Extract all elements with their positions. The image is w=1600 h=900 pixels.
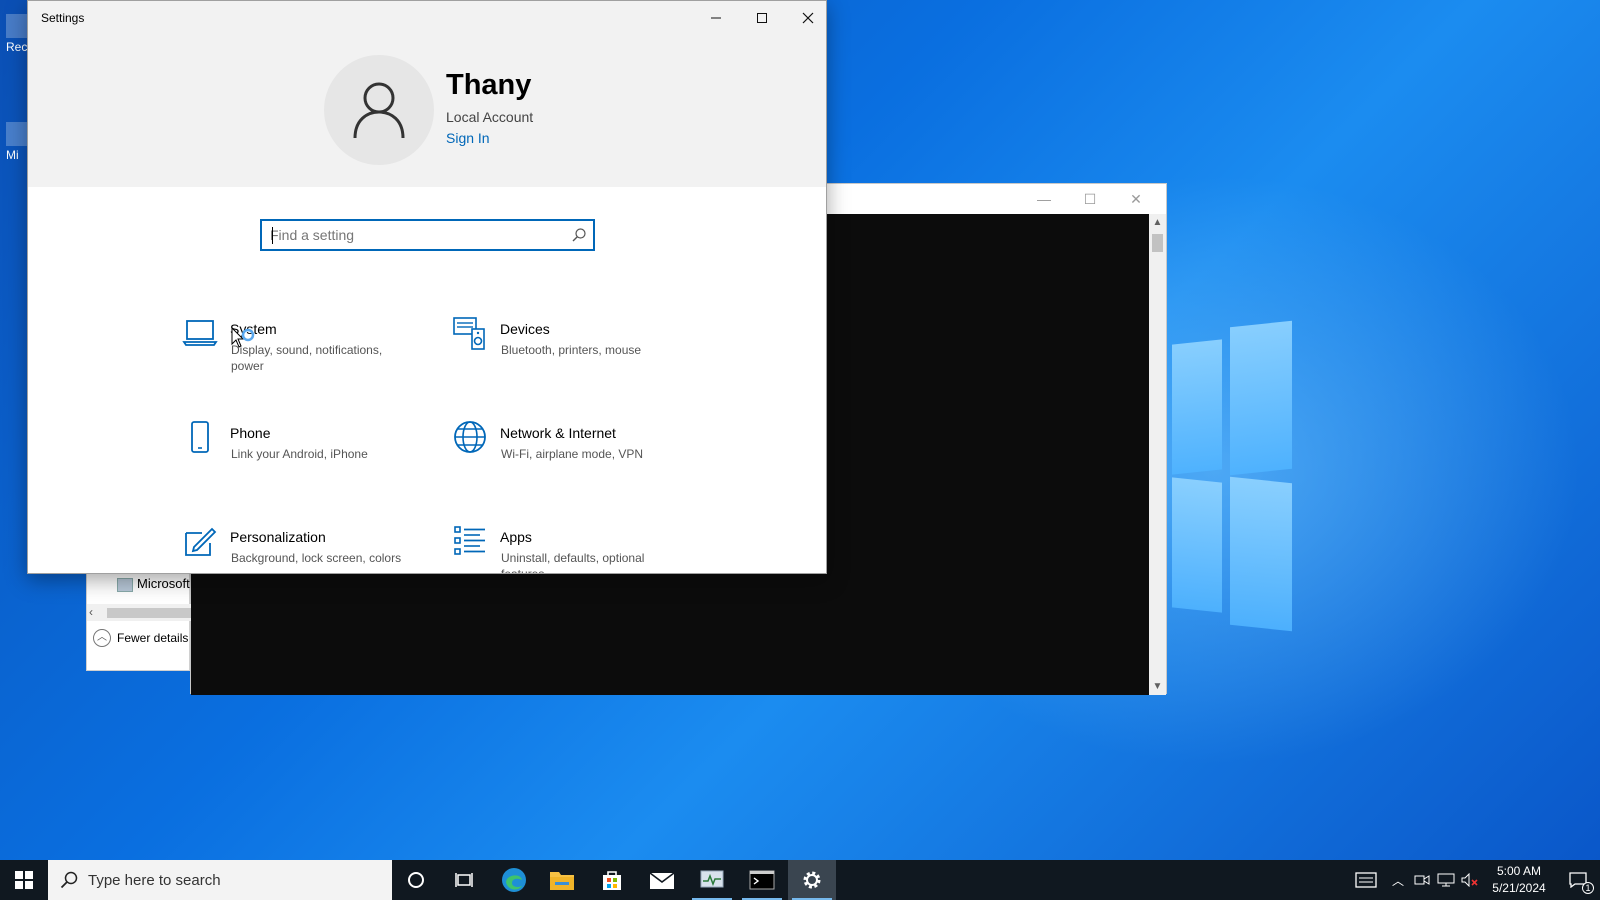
- text-caret: [272, 227, 273, 244]
- category-description: Bluetooth, printers, mouse: [501, 343, 642, 357]
- category-system[interactable]: System Display, sound, notifications, po…: [182, 315, 422, 385]
- close-button[interactable]: [785, 1, 831, 35]
- maximize-icon: [757, 13, 767, 23]
- devices-icon: [453, 317, 485, 350]
- windows-wallpaper-logo: [1172, 320, 1292, 632]
- process-icon: [117, 578, 133, 592]
- close-icon: [802, 12, 814, 24]
- minimize-button[interactable]: [693, 1, 739, 35]
- keyboard-layout-icon[interactable]: [1346, 860, 1386, 900]
- scroll-left-icon[interactable]: ‹: [89, 604, 93, 621]
- action-center-button[interactable]: 1: [1556, 860, 1600, 900]
- category-network[interactable]: Network & Internet Wi-Fi, airplane mode,…: [452, 419, 692, 489]
- category-phone[interactable]: Phone Link your Android, iPhone: [182, 419, 422, 489]
- edge-icon: [502, 868, 526, 892]
- fewer-details-button[interactable]: ︿ Fewer details: [93, 629, 188, 647]
- search-input[interactable]: [270, 225, 560, 245]
- console-minimize-button[interactable]: —: [1021, 184, 1067, 214]
- network-icon[interactable]: [1434, 860, 1458, 900]
- taskbar-clock[interactable]: 5:00 AM 5/21/2024: [1482, 863, 1556, 897]
- search-icon[interactable]: [571, 227, 587, 243]
- category-personalization[interactable]: Personalization Background, lock screen,…: [182, 523, 422, 593]
- find-setting-search[interactable]: [260, 219, 595, 251]
- settings-window[interactable]: Thany Local Account Sign In Settings Sys…: [27, 0, 827, 574]
- mail-icon: [649, 872, 675, 889]
- scrollbar-thumb[interactable]: [107, 608, 191, 618]
- category-apps[interactable]: Apps Uninstall, defaults, optional featu…: [452, 523, 692, 573]
- avatar[interactable]: [324, 55, 434, 165]
- console-close-button[interactable]: ✕: [1113, 184, 1159, 214]
- meet-now-icon[interactable]: [1410, 860, 1434, 900]
- taskbar-search-box[interactable]: Type here to search: [48, 860, 392, 900]
- chevron-up-icon[interactable]: ︿: [1386, 860, 1410, 900]
- fewer-details-label: Fewer details: [117, 631, 189, 645]
- personalization-icon: [185, 527, 217, 556]
- search-icon: [60, 871, 78, 889]
- window-title: Settings: [41, 11, 85, 25]
- category-devices[interactable]: Devices Bluetooth, printers, mouse: [452, 315, 692, 385]
- task-view-icon: [455, 873, 473, 887]
- sign-in-link[interactable]: Sign In: [446, 130, 490, 146]
- laptop-icon: [182, 320, 218, 346]
- phone-icon: [191, 421, 209, 453]
- category-name: Devices: [500, 321, 550, 337]
- settings-titlebar[interactable]: Settings: [28, 1, 826, 35]
- chevron-up-icon: ︿: [93, 629, 111, 647]
- category-name: Network & Internet: [500, 425, 616, 441]
- category-description: Uninstall, defaults, optional features: [501, 551, 645, 573]
- category-description: Wi-Fi, airplane mode, VPN: [501, 447, 644, 461]
- category-name: Phone: [230, 425, 271, 441]
- category-name: Personalization: [230, 529, 326, 545]
- scroll-up-icon[interactable]: ▲: [1149, 214, 1166, 231]
- desktop-icon-label: Rec: [6, 40, 28, 54]
- notification-count-badge: 1: [1582, 882, 1594, 894]
- cortana-icon: [408, 872, 424, 888]
- windows-start-icon: [15, 871, 33, 889]
- clock-time: 5:00 AM: [1496, 864, 1542, 878]
- taskbar-store[interactable]: [588, 860, 636, 900]
- taskbar-mail[interactable]: [638, 860, 686, 900]
- store-icon: [603, 871, 621, 890]
- minimize-icon: [711, 17, 721, 19]
- scrollbar-thumb[interactable]: [1152, 234, 1163, 252]
- category-name: Apps: [500, 529, 532, 545]
- apps-icon: [454, 526, 485, 555]
- taskbar-file-explorer[interactable]: [538, 860, 586, 900]
- account-type: Local Account: [446, 109, 534, 125]
- maximize-button[interactable]: [739, 1, 785, 35]
- task-manager-window[interactable]: Microsoft ‹ ︿ Fewer details: [86, 573, 191, 671]
- cortana-button[interactable]: [392, 860, 440, 900]
- system-tray: ︿ 5:00 AM 5/21/2024 1: [1346, 860, 1600, 900]
- taskbar-settings[interactable]: [788, 860, 836, 900]
- console-maximize-button[interactable]: ☐: [1067, 184, 1113, 214]
- globe-icon: [454, 421, 486, 453]
- gear-icon: [803, 871, 821, 889]
- console-vertical-scrollbar[interactable]: ▲ ▼: [1149, 214, 1166, 695]
- user-icon: [353, 82, 405, 139]
- taskbar-edge[interactable]: [490, 860, 538, 900]
- task-view-button[interactable]: [440, 860, 488, 900]
- clock-date: 5/21/2024: [1492, 881, 1546, 895]
- terminal-icon: [749, 870, 775, 890]
- task-manager-icon: [700, 870, 724, 888]
- taskbar-search-placeholder: Type here to search: [88, 871, 221, 889]
- scroll-down-icon[interactable]: ▼: [1149, 678, 1166, 695]
- volume-muted-icon[interactable]: [1458, 860, 1482, 900]
- taskbar: Type here to search ︿ 5:00 AM 5/21/2024 …: [0, 860, 1600, 900]
- category-description: Background, lock screen, colors: [231, 551, 402, 565]
- category-description: Link your Android, iPhone: [231, 447, 368, 461]
- start-button[interactable]: [0, 860, 48, 900]
- user-name: Thany: [446, 69, 532, 101]
- horizontal-scrollbar[interactable]: ‹: [87, 604, 191, 621]
- taskbar-task-manager[interactable]: [688, 860, 736, 900]
- taskbar-command-prompt[interactable]: [738, 860, 786, 900]
- folder-icon: [550, 872, 574, 890]
- mouse-pointer-busy-icon: [231, 327, 255, 348]
- desktop-icon-label: Mi: [6, 148, 19, 162]
